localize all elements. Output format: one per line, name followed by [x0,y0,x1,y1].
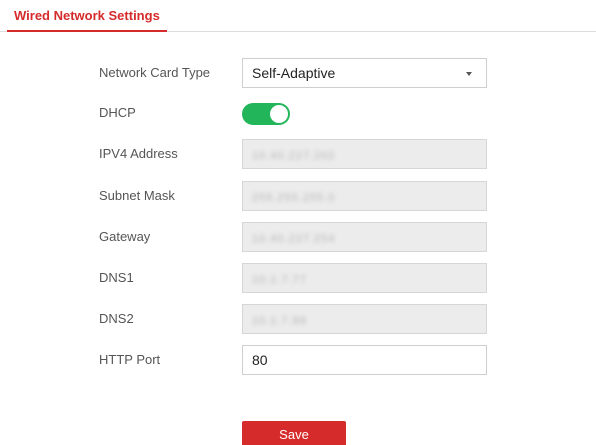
network-card-type-value: Self-Adaptive [252,65,336,81]
dns1-field[interactable]: 10.1.7.77 [242,263,487,293]
dns2-row: DNS2 10.1.7.88 [0,304,596,334]
dns2-field[interactable]: 10.1.7.88 [242,304,487,334]
dhcp-row: DHCP [0,98,596,128]
save-button[interactable]: Save [242,421,346,445]
gateway-field[interactable]: 10.40.227.254 [242,222,487,252]
ipv4-address-value: 10.40.227.202 [252,150,336,162]
network-card-type-select[interactable]: Self-Adaptive [242,58,487,88]
ipv4-address-field[interactable]: 10.40.227.202 [242,139,487,169]
tab-bar: Wired Network Settings [0,0,596,32]
subnet-mask-value: 255.255.255.0 [252,192,336,204]
gateway-label: Gateway [99,229,151,244]
dns1-label: DNS1 [99,270,134,285]
ipv4-address-row: IPV4 Address 10.40.227.202 [0,139,596,169]
toggle-knob [270,105,288,123]
http-port-input[interactable]: 80 [242,345,487,375]
gateway-value: 10.40.227.254 [252,233,336,245]
dhcp-toggle[interactable] [242,103,290,125]
dns2-value: 10.1.7.88 [252,315,307,327]
gateway-row: Gateway 10.40.227.254 [0,222,596,252]
subnet-mask-field[interactable]: 255.255.255.0 [242,181,487,211]
http-port-value: 80 [252,352,268,368]
subnet-mask-row: Subnet Mask 255.255.255.0 [0,181,596,211]
http-port-label: HTTP Port [99,352,161,367]
ipv4-address-label: IPV4 Address [99,146,178,161]
tab-wired-network-settings[interactable]: Wired Network Settings [7,8,167,32]
network-card-type-row: Network Card Type Self-Adaptive [0,58,596,88]
dns1-row: DNS1 10.1.7.77 [0,263,596,293]
dns1-value: 10.1.7.77 [252,274,307,286]
dhcp-label: DHCP [99,105,136,120]
caret-down-icon [466,72,472,76]
http-port-row: HTTP Port 80 [0,345,596,375]
network-card-type-label: Network Card Type [99,65,211,80]
dns2-label: DNS2 [99,311,134,326]
subnet-mask-label: Subnet Mask [99,188,175,203]
